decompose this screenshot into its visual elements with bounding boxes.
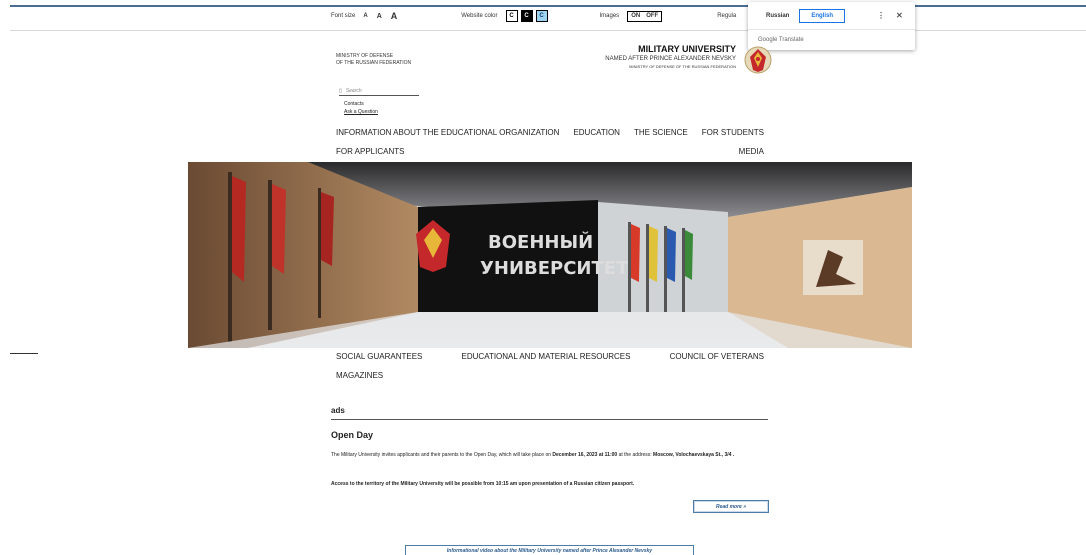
regular-version-link[interactable]: Regula <box>717 13 736 19</box>
font-size-large-button[interactable]: A <box>391 11 398 21</box>
secondary-nav: SOCIAL GUARANTEES EDUCATIONAL AND MATERI… <box>336 352 764 361</box>
nav-item-education[interactable]: EDUCATION <box>573 128 620 137</box>
informational-video-button[interactable]: Informational video about the Military U… <box>405 545 694 555</box>
google-translate-popup: Russian English ⋮ ✕ Google Translate <box>748 2 915 50</box>
search-input[interactable]: ▯ Search <box>339 87 419 96</box>
font-size-label: Font size <box>331 13 356 19</box>
search-icon: ▯ <box>339 88 342 94</box>
access-notice: Access to the territory of the Military … <box>331 481 635 487</box>
translate-footer: Google Translate <box>748 29 915 50</box>
university-emblem-icon <box>744 46 772 74</box>
color-white-button[interactable]: C <box>505 10 518 22</box>
translate-english-button[interactable]: English <box>799 8 846 23</box>
images-on-button[interactable]: ON <box>631 13 640 19</box>
main-nav: INFORMATION ABOUT THE EDUCATIONAL ORGANI… <box>336 128 764 137</box>
more-options-icon[interactable]: ⋮ <box>877 11 885 20</box>
ministry-line-1: MINISTRY OF DEFENSE <box>336 53 394 59</box>
main-nav-row-2: FOR APPLICANTS MEDIA <box>336 147 764 156</box>
header-links: Contacts Ask a Question <box>344 100 378 116</box>
accessibility-bar: Font size A A A Website color C C C Imag… <box>331 9 736 23</box>
color-blue-button[interactable]: C <box>535 10 548 22</box>
nav-item-students[interactable]: FOR STUDENTS <box>702 128 764 137</box>
font-size-medium-button[interactable]: A <box>377 13 382 20</box>
ads-heading: ads <box>331 406 768 420</box>
nav-item-media[interactable]: MEDIA <box>739 147 764 156</box>
font-size-small-button[interactable]: A <box>363 13 367 19</box>
search-placeholder: Search <box>345 88 362 94</box>
ministry-label: MINISTRY OF DEFENSE OF THE RUSSIAN FEDER… <box>336 53 411 67</box>
hero-sign-line-1: ВОЕННЫЙ <box>488 231 593 253</box>
hero-image: ВОЕННЫЙ УНИВЕРСИТЕТ <box>188 162 912 348</box>
side-dash <box>10 353 38 354</box>
images-toggle[interactable]: ON OFF <box>627 10 663 22</box>
images-label: Images <box>599 13 620 19</box>
color-black-button[interactable]: C <box>520 10 533 22</box>
nav-item-information[interactable]: INFORMATION ABOUT THE EDUCATIONAL ORGANI… <box>336 128 559 137</box>
images-off-button[interactable]: OFF <box>646 13 658 19</box>
nav-item-educational-resources[interactable]: EDUCATIONAL AND MATERIAL RESOURCES <box>462 352 631 361</box>
translate-russian-button[interactable]: Russian <box>766 13 789 19</box>
hero-sign-line-2: УНИВЕРСИТЕТ <box>480 258 629 279</box>
nav-item-science[interactable]: THE SCIENCE <box>634 128 688 137</box>
ask-question-link[interactable]: Ask a Question <box>344 108 378 116</box>
university-title-block: MILITARY UNIVERSITY NAMED AFTER PRINCE A… <box>605 44 736 69</box>
university-subtitle: NAMED AFTER PRINCE ALEXANDER NEVSKY <box>605 56 736 62</box>
open-day-text-b: at the address: <box>617 452 654 458</box>
nav-item-social-guarantees[interactable]: SOCIAL GUARANTEES <box>336 352 422 361</box>
open-day-text-a: The Military University invites applican… <box>331 452 553 458</box>
top-border <box>10 5 1086 7</box>
website-color-label: Website color <box>461 13 498 19</box>
nav-item-magazines[interactable]: MAGAZINES <box>336 371 383 380</box>
read-more-button[interactable]: Read more » <box>693 500 769 513</box>
open-day-title[interactable]: Open Day <box>331 430 373 440</box>
university-ministry: MINISTRY OF DEFENSE OF THE RUSSIAN FEDER… <box>629 64 736 69</box>
open-day-date: December 16, 2023 at 11:00 <box>552 452 618 458</box>
nav-item-applicants[interactable]: FOR APPLICANTS <box>336 147 404 156</box>
open-day-address: Moscow, Volochaevskaya St., 3/4 . <box>653 452 735 458</box>
close-icon[interactable]: ✕ <box>896 11 903 20</box>
open-day-text: The Military University invites applican… <box>331 452 771 460</box>
contacts-link[interactable]: Contacts <box>344 100 378 108</box>
header-divider <box>10 30 1086 31</box>
ministry-line-2: OF THE RUSSIAN FEDERATION <box>336 60 412 66</box>
university-title: MILITARY UNIVERSITY <box>638 44 736 54</box>
nav-item-council-veterans[interactable]: COUNCIL OF VETERANS <box>670 352 764 361</box>
